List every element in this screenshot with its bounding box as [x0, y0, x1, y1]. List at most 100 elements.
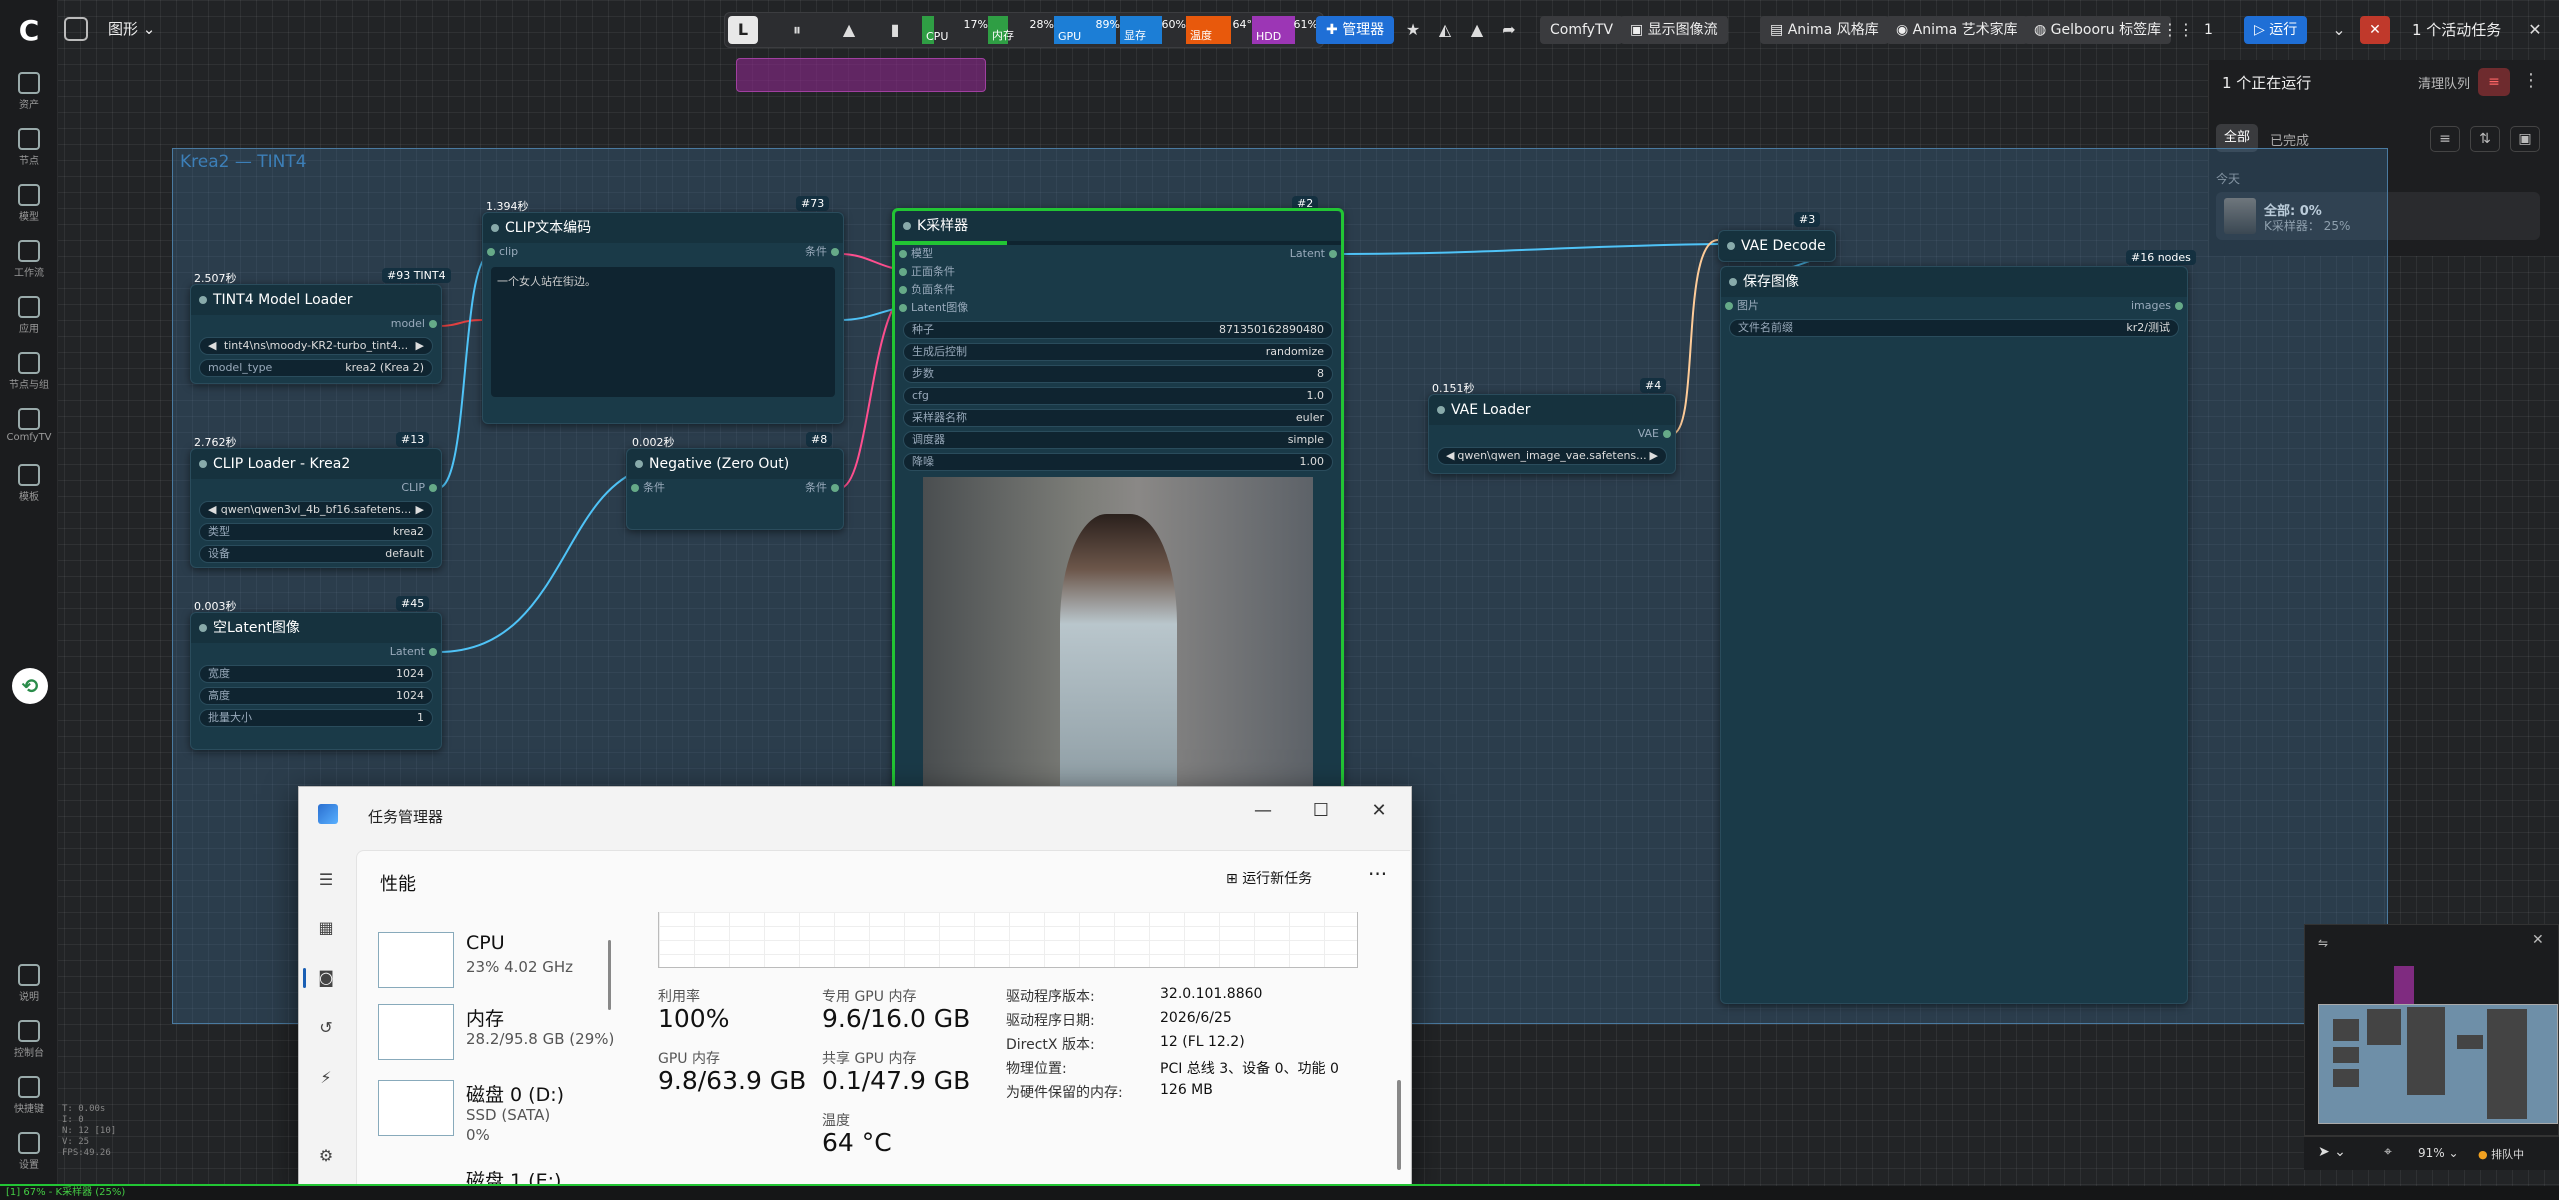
stat-gpu-mem-value: 9.8/63.9 GB [658, 1066, 807, 1095]
perf-item-disk1[interactable]: 磁盘 1 (E:) [374, 1160, 614, 1186]
node-empty-latent[interactable]: 空Latent图像 Latent 宽度 1024 高度 1024 批量大小 1 [190, 612, 442, 750]
node-save-image[interactable]: 保存图像 图片 images 文件名前缀 kr2/测试 [1720, 266, 2188, 1004]
output-latent[interactable]: Latent [1290, 245, 1341, 263]
details-scrollbar[interactable] [1397, 1080, 1401, 1170]
node-vae-loader[interactable]: VAE Loader VAE ◀ qwen\qwen_image_vae.safe… [1428, 394, 1676, 474]
input-clip[interactable]: clip [483, 243, 518, 261]
stat-utilization-label: 利用率 [658, 989, 700, 1005]
input-positive[interactable]: 正面条件 [895, 263, 968, 281]
node-title[interactable]: CLIP Loader - Krea2 [191, 449, 441, 479]
node-title[interactable]: Negative (Zero Out) [627, 449, 843, 479]
node-clip-text-encode[interactable]: CLIP文本编码 clip 条件 一个女人站在街边。 [482, 212, 844, 424]
widget-sampler[interactable]: 采样器名称 euler [903, 409, 1333, 427]
stat-dedicated-mem-value: 9.6/16.0 GB [822, 1004, 971, 1033]
widget-control-after[interactable]: 生成后控制 randomize [903, 343, 1333, 361]
minimize-icon[interactable]: — [1240, 796, 1286, 826]
processes-icon[interactable]: ▦ [316, 918, 336, 938]
input-model[interactable]: 模型 [895, 245, 968, 263]
stat-shared-mem-value: 0.1/47.9 GB [822, 1066, 971, 1095]
arrow-right-icon: ▶ [415, 503, 424, 516]
perf-item-disk0[interactable]: 磁盘 0 (D:) SSD (SATA) 0% [374, 1074, 614, 1154]
widget-clip-type[interactable]: 类型 krea2 [199, 523, 433, 541]
output-clip[interactable]: CLIP [191, 479, 441, 497]
arrow-right-icon: ▶ [1649, 449, 1658, 462]
pointer-icon[interactable]: ➤ ⌄ [2318, 1144, 2346, 1160]
node-title[interactable]: 保存图像 [1721, 267, 2187, 297]
widget-height[interactable]: 高度 1024 [199, 687, 433, 705]
output-conditioning[interactable]: 条件 [805, 243, 843, 261]
more-options-icon[interactable]: ··· [1368, 862, 1387, 886]
widget-scheduler[interactable]: 调度器 simple [903, 431, 1333, 449]
widget-denoise[interactable]: 降噪 1.00 [903, 453, 1333, 471]
minimap-settings-icon[interactable]: ⇋ [2318, 936, 2328, 950]
widget-seed[interactable]: 种子 871350162890480 [903, 321, 1333, 339]
node-title[interactable]: K采样器 [895, 211, 1341, 241]
fit-view-icon[interactable]: ⌖ [2384, 1144, 2392, 1160]
node-badge: #16 nodes [2126, 250, 2196, 265]
startup-icon[interactable]: ⚡ [316, 1068, 336, 1088]
input-negative[interactable]: 负面条件 [895, 281, 968, 299]
stat-temp-value: 64 °C [822, 1128, 892, 1157]
widget-vae-file[interactable]: ◀ qwen\qwen_image_vae.safetens... ▶ [1437, 447, 1667, 465]
kv-driver-version-value: 32.0.101.8860 [1160, 986, 1263, 1002]
widget-cfg[interactable]: cfg 1.0 [903, 387, 1333, 405]
node-title[interactable]: TINT4 Model Loader [191, 285, 441, 315]
kv-driver-date-label: 驱动程序日期: [1006, 1013, 1095, 1029]
widget-width[interactable]: 宽度 1024 [199, 665, 433, 683]
widget-model-file[interactable]: ◀ tint4\ns\moody-KR2-turbo_tint4... ▶ [199, 337, 433, 355]
node-title[interactable]: 空Latent图像 [191, 613, 441, 643]
preview-image [923, 477, 1313, 789]
minimap-node [2333, 1047, 2359, 1063]
hamburger-menu-icon[interactable]: ☰ [316, 870, 336, 890]
perf-item-cpu[interactable]: CPU 23% 4.02 GHz [374, 926, 614, 1002]
stat-shared-mem-label: 共享 GPU 内存 [822, 1051, 917, 1067]
node-vae-decode[interactable]: VAE Decode [1718, 230, 1836, 262]
node-ksampler[interactable]: K采样器 模型 正面条件 负面条件 Latent图像 Latent 种子 8713… [892, 208, 1344, 800]
widget-clip-file[interactable]: ◀ qwen\qwen3vl_4b_bf16.safetens... ▶ [199, 501, 433, 519]
gear-icon[interactable]: ⚙ [316, 1146, 336, 1166]
zoom-level[interactable]: 91% ⌄ [2418, 1146, 2459, 1160]
perf-item-memory[interactable]: 内存 28.2/95.8 GB (29%) [374, 998, 614, 1074]
node-title[interactable]: VAE Loader [1429, 395, 1675, 425]
queue-status[interactable]: ● 排队中 [2478, 1146, 2524, 1162]
minimap-node [2407, 1007, 2445, 1095]
node-negative-zero-out[interactable]: Negative (Zero Out) 条件 条件 [626, 448, 844, 530]
output-model[interactable]: model [191, 315, 441, 333]
widget-device[interactable]: 设备 default [199, 545, 433, 563]
node-badge: #73 [796, 196, 830, 211]
status-line: [1] 67% - K采样器 (25%) [0, 1186, 2559, 1200]
history-icon[interactable]: ↺ [316, 1018, 336, 1038]
node-title[interactable]: VAE Decode [1719, 231, 1835, 261]
output-images[interactable]: images [2131, 297, 2187, 315]
perf-list-scrollbar[interactable] [608, 940, 611, 1010]
output-conditioning[interactable]: 条件 [805, 479, 843, 497]
node-clip-loader[interactable]: CLIP Loader - Krea2 CLIP ◀ qwen\qwen3vl_4… [190, 448, 442, 568]
arrow-left-icon: ◀ [1446, 449, 1455, 462]
minimap-node [2487, 1009, 2527, 1119]
widget-model-type[interactable]: model_type krea2 (Krea 2) [199, 359, 433, 377]
output-latent[interactable]: Latent [191, 643, 441, 661]
node-badge: #13 [396, 432, 430, 447]
node-tint4-model-loader[interactable]: TINT4 Model Loader model ◀ tint4\ns\moody… [190, 284, 442, 384]
minimap-viewport[interactable] [2318, 1004, 2558, 1124]
output-vae[interactable]: VAE [1429, 425, 1675, 443]
disk0-thumbnail [378, 1080, 454, 1136]
prompt-textarea[interactable]: 一个女人站在街边。 [491, 267, 835, 397]
input-images[interactable]: 图片 [1721, 297, 1759, 315]
maximize-icon[interactable]: ☐ [1298, 796, 1344, 826]
input-conditioning[interactable]: 条件 [627, 479, 665, 497]
widget-filename-prefix[interactable]: 文件名前缀 kr2/测试 [1729, 319, 2179, 337]
run-new-task-button[interactable]: ⊞ 运行新任务 [1226, 868, 1312, 888]
new-task-icon: ⊞ [1226, 871, 1238, 887]
node-title[interactable]: CLIP文本编码 [483, 213, 843, 243]
page-title: 性能 [380, 874, 416, 895]
node-badge: #8 [806, 432, 833, 447]
input-latent[interactable]: Latent图像 [895, 299, 968, 317]
nav-selection-indicator [303, 968, 306, 988]
close-icon[interactable]: ✕ [2532, 932, 2544, 948]
preview-figure [1059, 514, 1177, 789]
performance-icon[interactable]: ◙ [316, 968, 336, 988]
widget-batch-size[interactable]: 批量大小 1 [199, 709, 433, 727]
close-icon[interactable]: ✕ [1356, 796, 1402, 826]
widget-steps[interactable]: 步数 8 [903, 365, 1333, 383]
